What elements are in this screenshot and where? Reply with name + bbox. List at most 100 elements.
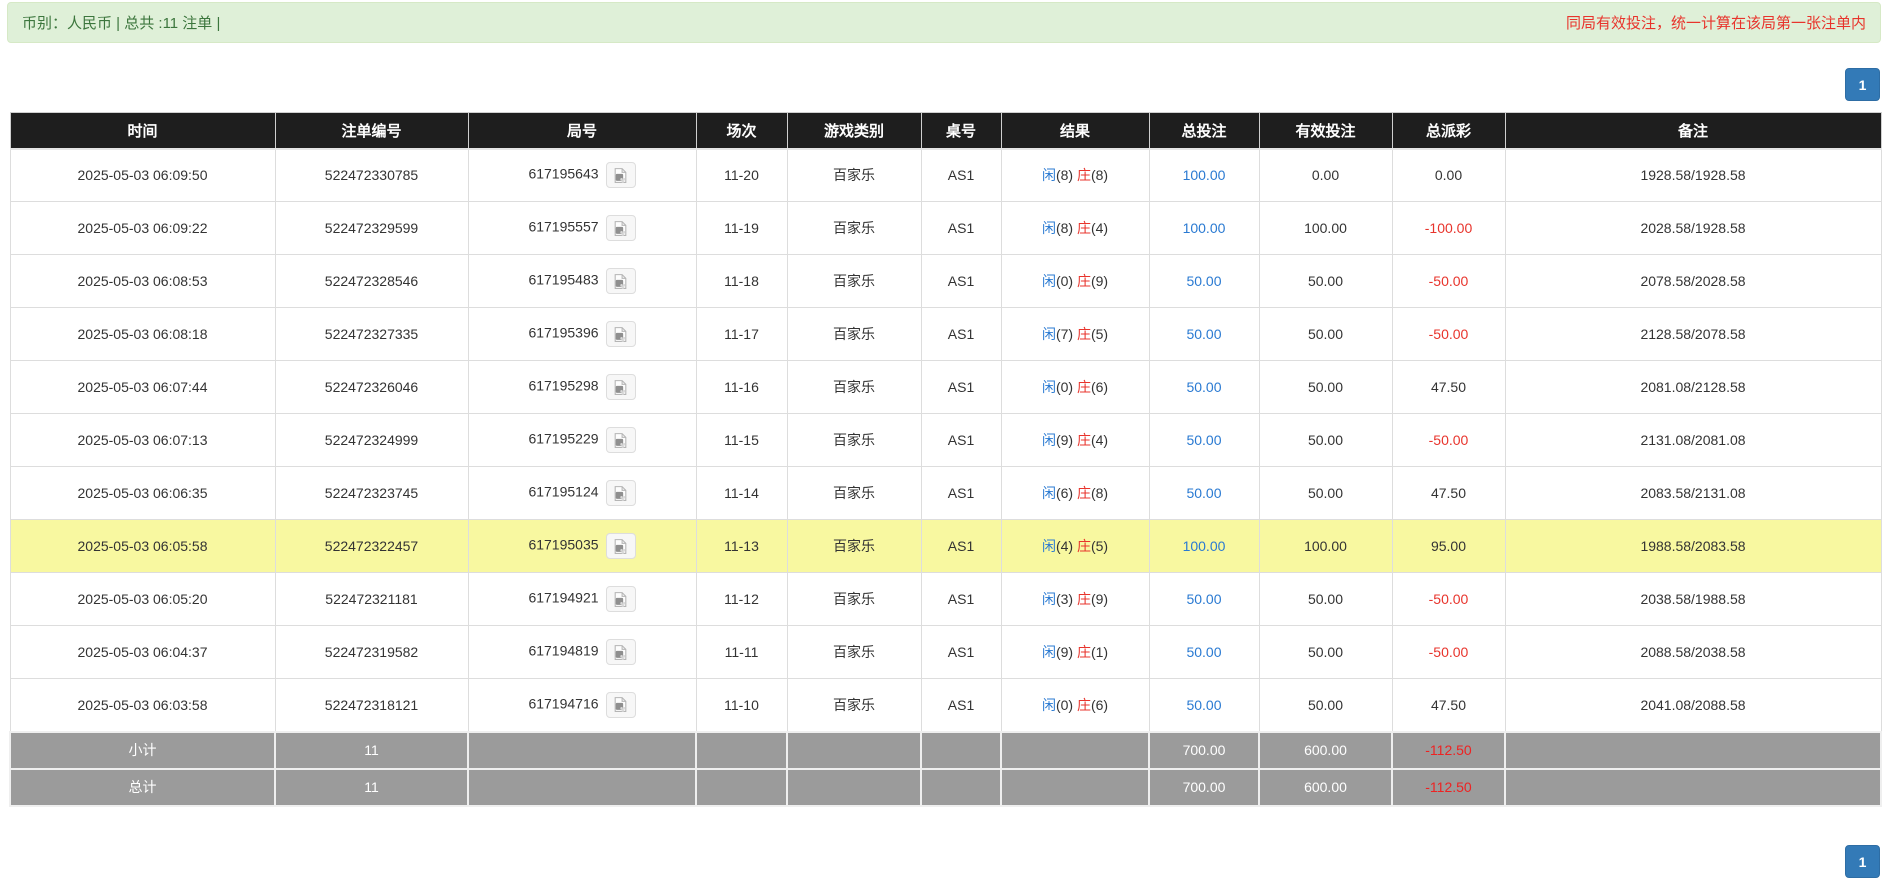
cell-payout: -50.00 bbox=[1392, 308, 1505, 361]
roadmap-icon-button[interactable] bbox=[606, 586, 636, 612]
cell-game-type: 百家乐 bbox=[787, 467, 921, 520]
total-bet-link[interactable]: 100.00 bbox=[1149, 149, 1259, 202]
cell-session: 11-11 bbox=[696, 626, 787, 679]
cell-table-no: AS1 bbox=[921, 626, 1001, 679]
footer-empty bbox=[921, 769, 1001, 806]
table-row: 2025-05-03 06:07:44522472326046617195298… bbox=[10, 361, 1881, 414]
cell-session: 11-18 bbox=[696, 255, 787, 308]
result-banker-label: 庄 bbox=[1077, 485, 1091, 501]
cell-valid-bet: 0.00 bbox=[1259, 149, 1392, 202]
cell-table-no: AS1 bbox=[921, 414, 1001, 467]
roadmap-icon bbox=[612, 220, 629, 237]
table-row: 2025-05-03 06:04:37522472319582617194819… bbox=[10, 626, 1881, 679]
cell-round: 617195229 bbox=[468, 414, 696, 467]
round-number: 617195557 bbox=[528, 219, 598, 235]
roadmap-icon-button[interactable] bbox=[606, 215, 636, 241]
roadmap-icon bbox=[612, 485, 629, 502]
footer-empty bbox=[787, 732, 921, 769]
cell-result: 闲(8) 庄(8) bbox=[1001, 149, 1149, 202]
col-header-3: 场次 bbox=[696, 113, 787, 149]
roadmap-icon-button[interactable] bbox=[606, 692, 636, 718]
roadmap-icon-button[interactable] bbox=[606, 162, 636, 188]
round-number: 617194716 bbox=[528, 695, 598, 711]
result-banker-label: 庄 bbox=[1077, 379, 1091, 395]
cell-payout: 47.50 bbox=[1392, 467, 1505, 520]
round-number: 617195124 bbox=[528, 484, 598, 500]
total-bet-link[interactable]: 100.00 bbox=[1149, 520, 1259, 573]
round-number: 617194819 bbox=[528, 643, 598, 659]
cell-time: 2025-05-03 06:09:50 bbox=[10, 149, 275, 202]
cell-result: 闲(9) 庄(4) bbox=[1001, 414, 1149, 467]
total-bet-link[interactable]: 100.00 bbox=[1149, 202, 1259, 255]
roadmap-icon-button[interactable] bbox=[606, 268, 636, 294]
footer-label: 小计 bbox=[10, 732, 275, 769]
cell-round: 617194921 bbox=[468, 573, 696, 626]
cell-round: 617195483 bbox=[468, 255, 696, 308]
round-number: 617194921 bbox=[528, 590, 598, 606]
cell-session: 11-10 bbox=[696, 679, 787, 732]
result-player-label: 闲 bbox=[1042, 273, 1056, 289]
cell-bet-id: 522472329599 bbox=[275, 202, 468, 255]
cell-game-type: 百家乐 bbox=[787, 361, 921, 414]
cell-table-no: AS1 bbox=[921, 361, 1001, 414]
table-row: 2025-05-03 06:08:53522472328546617195483… bbox=[10, 255, 1881, 308]
cell-bet-id: 522472327335 bbox=[275, 308, 468, 361]
round-number: 617195229 bbox=[528, 431, 598, 447]
cell-remark: 2078.58/2028.58 bbox=[1505, 255, 1881, 308]
cell-time: 2025-05-03 06:06:35 bbox=[10, 467, 275, 520]
cell-round: 617195557 bbox=[468, 202, 696, 255]
table-row: 2025-05-03 06:09:50522472330785 617195643… bbox=[10, 149, 1881, 202]
footer-total-bet: 700.00 bbox=[1149, 769, 1259, 806]
result-banker-label: 庄 bbox=[1077, 167, 1091, 183]
cell-table-no: AS1 bbox=[921, 679, 1001, 732]
footer-empty bbox=[696, 769, 787, 806]
table-row: 2025-05-03 06:07:13522472324999617195229… bbox=[10, 414, 1881, 467]
roadmap-icon-button[interactable] bbox=[606, 639, 636, 665]
result-banker-label: 庄 bbox=[1077, 273, 1091, 289]
roadmap-icon-button[interactable] bbox=[606, 374, 636, 400]
table-row: 2025-05-03 06:09:22522472329599617195557… bbox=[10, 202, 1881, 255]
total-bet-link[interactable]: 50.00 bbox=[1149, 361, 1259, 414]
cell-round: 617194819 bbox=[468, 626, 696, 679]
footer-empty bbox=[921, 732, 1001, 769]
result-player-label: 闲 bbox=[1042, 167, 1056, 183]
col-header-5: 桌号 bbox=[921, 113, 1001, 149]
cell-round: 617195124 bbox=[468, 467, 696, 520]
roadmap-icon bbox=[612, 644, 629, 661]
total-bet-link[interactable]: 50.00 bbox=[1149, 626, 1259, 679]
total-bet-link[interactable]: 50.00 bbox=[1149, 255, 1259, 308]
result-banker-label: 庄 bbox=[1077, 538, 1091, 554]
round-number: 617195643 bbox=[528, 166, 598, 182]
total-bet-link[interactable]: 50.00 bbox=[1149, 467, 1259, 520]
pagination-page-1-top[interactable]: 1 bbox=[1845, 68, 1880, 101]
cell-game-type: 百家乐 bbox=[787, 149, 921, 202]
cell-time: 2025-05-03 06:07:13 bbox=[10, 414, 275, 467]
footer-empty bbox=[468, 769, 696, 806]
table-row: 2025-05-03 06:08:18522472327335617195396… bbox=[10, 308, 1881, 361]
roadmap-icon bbox=[612, 538, 629, 555]
notice-text: 同局有效投注，统一计算在该局第一张注单内 bbox=[1566, 12, 1866, 33]
cell-round: 617195396 bbox=[468, 308, 696, 361]
cell-result: 闲(7) 庄(5) bbox=[1001, 308, 1149, 361]
roadmap-icon-button[interactable] bbox=[606, 321, 636, 347]
roadmap-icon-button[interactable] bbox=[606, 427, 636, 453]
total-bet-link[interactable]: 50.00 bbox=[1149, 308, 1259, 361]
roadmap-icon-button[interactable] bbox=[606, 533, 636, 559]
summary-bar: 币别：人民币 | 总共 :11 注单 | 同局有效投注，统一计算在该局第一张注单… bbox=[7, 2, 1881, 43]
cell-session: 11-20 bbox=[696, 149, 787, 202]
cell-valid-bet: 50.00 bbox=[1259, 414, 1392, 467]
total-bet-link[interactable]: 50.00 bbox=[1149, 573, 1259, 626]
footer-empty bbox=[468, 732, 696, 769]
total-bet-link[interactable]: 50.00 bbox=[1149, 679, 1259, 732]
cell-time: 2025-05-03 06:08:18 bbox=[10, 308, 275, 361]
cell-result: 闲(6) 庄(8) bbox=[1001, 467, 1149, 520]
cell-remark: 2038.58/1988.58 bbox=[1505, 573, 1881, 626]
roadmap-icon-button[interactable] bbox=[606, 480, 636, 506]
total-bet-link[interactable]: 50.00 bbox=[1149, 414, 1259, 467]
subtotal-row: 小计11700.00600.00-112.50 bbox=[10, 732, 1881, 769]
cell-valid-bet: 100.00 bbox=[1259, 202, 1392, 255]
cell-remark: 2041.08/2088.58 bbox=[1505, 679, 1881, 732]
cell-payout: -50.00 bbox=[1392, 255, 1505, 308]
result-player-label: 闲 bbox=[1042, 697, 1056, 713]
cell-bet-id: 522472330785 bbox=[275, 149, 468, 202]
